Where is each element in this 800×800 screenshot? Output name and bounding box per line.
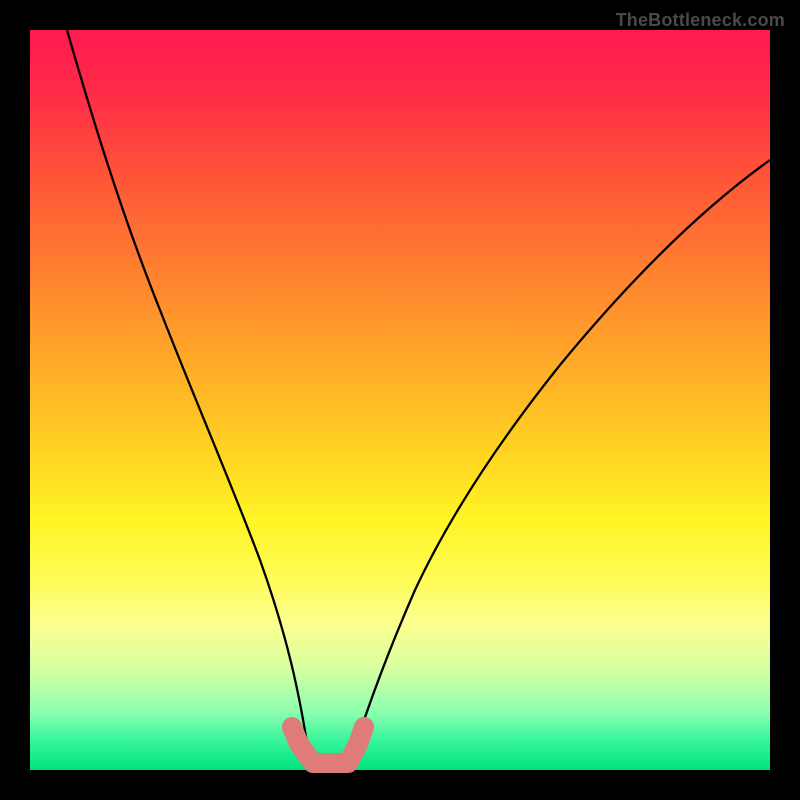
curve-right — [348, 160, 770, 770]
marker-worm — [292, 727, 364, 763]
chart-svg — [30, 30, 770, 770]
curve-left — [67, 30, 311, 770]
watermark-text: TheBottleneck.com — [616, 10, 785, 31]
chart-container: TheBottleneck.com — [0, 0, 800, 800]
